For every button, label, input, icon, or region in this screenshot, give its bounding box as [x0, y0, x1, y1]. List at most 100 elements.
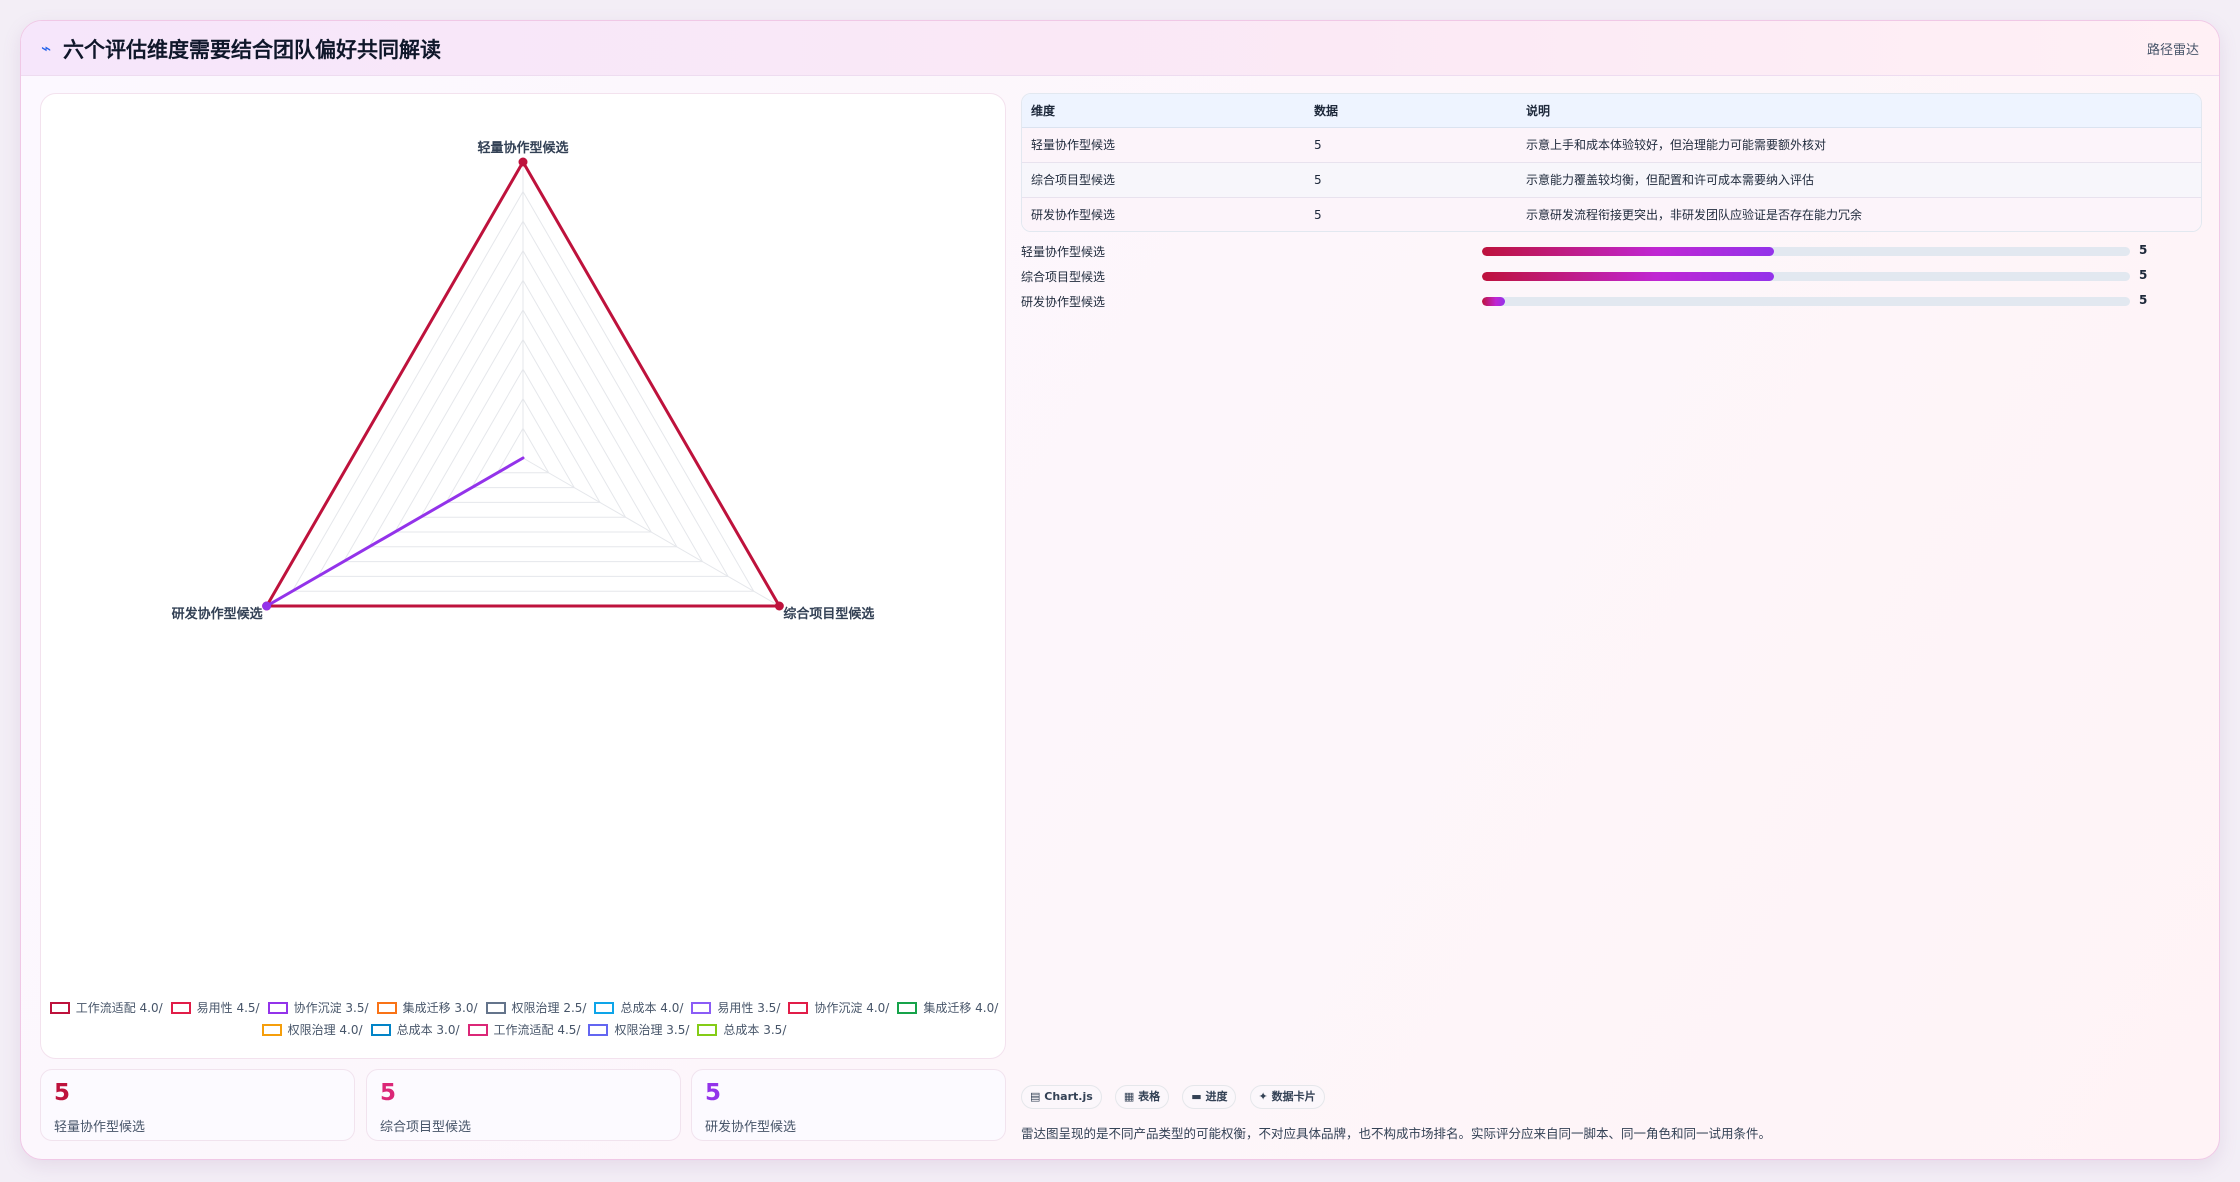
chip-progress[interactable]: ▬ 进度: [1182, 1085, 1237, 1109]
tech-chips: ▤ Chart.js ▦ 表格 ▬ 进度 ✦ 数据卡片: [1021, 1085, 1333, 1109]
header-tag: 路径雷达: [2146, 43, 2199, 58]
legend-item[interactable]: 集成迁移 4.0/: [897, 997, 998, 1019]
legend-label: 集成迁移 4.0/: [923, 1001, 999, 1015]
chart-tilde-icon: ⌁: [41, 39, 52, 59]
chip-label: 表格: [1138, 1090, 1161, 1103]
data-table: 维度 数据 说明 轻量协作型候选 5 示意上手和成本体验较好，但治理能力可能需要…: [1021, 93, 2202, 232]
legend-swatch: [370, 1024, 391, 1036]
table-row: 轻量协作型候选 5 示意上手和成本体验较好，但治理能力可能需要额外核对: [1022, 127, 2201, 163]
table-icon: ▦: [1123, 1090, 1135, 1103]
progress-track: [1482, 297, 2130, 306]
column-header: 说明: [1517, 94, 2201, 128]
column-header: 数据: [1305, 94, 1517, 128]
legend-item[interactable]: 协作沉淀 4.0/: [788, 997, 889, 1019]
progress-track: [1482, 247, 2130, 256]
legend-swatch: [485, 1002, 506, 1014]
legend-swatch: [897, 1002, 918, 1014]
progress-value: 5: [2139, 268, 2148, 282]
table-cell: 研发协作型候选: [1022, 197, 1305, 231]
radar-chart: 轻量协作型候选综合项目型候选 研发协作型候选: [172, 140, 875, 622]
progress-icon: ▬: [1191, 1090, 1202, 1103]
legend-swatch: [697, 1024, 718, 1036]
legend-swatch: [170, 1002, 191, 1014]
table-cell: 示意能力覆盖较均衡，但配置和许可成本需要纳入评估: [1517, 162, 2201, 198]
table-cell: 示意研发流程衔接更突出，非研发团队应验证是否存在能力冗余: [1517, 197, 2201, 231]
stat-label: 研发协作型候选: [705, 1120, 797, 1135]
progress-value: 5: [2139, 293, 2148, 307]
legend-swatch: [49, 1002, 70, 1014]
chip-label: 数据卡片: [1271, 1090, 1316, 1103]
radar-axis-label: 轻量协作型候选: [477, 140, 568, 156]
stat-card-light: 5 轻量协作型候选: [40, 1069, 355, 1141]
progress-track: [1482, 272, 2130, 281]
legend-label: 集成迁移 3.0/: [402, 1001, 478, 1015]
progress-row: 轻量协作型候选 5: [1021, 243, 2202, 259]
radar-card: ⌁ 六个评估维度需要结合团队偏好共同解读 路径雷达 轻量协作型候选 综合项目型候选…: [20, 20, 2220, 1160]
chip-data-card[interactable]: ✦ 数据卡片: [1249, 1085, 1325, 1109]
legend-item[interactable]: 权限治理 3.5/: [588, 1019, 689, 1041]
legend-item[interactable]: 易用性 4.5/: [170, 997, 260, 1019]
page-title: 六个评估维度需要结合团队偏好共同解读: [63, 38, 441, 62]
legend-swatch: [261, 1024, 282, 1036]
legend-label: 工作流适配 4.5/: [493, 1023, 581, 1037]
legend-label: 协作沉淀 3.5/: [293, 1001, 369, 1015]
table-cell: 5: [1305, 197, 1517, 231]
progress-label: 综合项目型候选: [1021, 270, 1106, 284]
progress-fill: [1482, 297, 1505, 306]
table-cell: 示意上手和成本体验较好，但治理能力可能需要额外核对: [1517, 127, 2201, 163]
stat-value: 5: [380, 1080, 397, 1106]
legend-item[interactable]: 集成迁移 3.0/: [376, 997, 478, 1019]
chip-label: 进度: [1205, 1090, 1228, 1103]
legend-swatch: [588, 1024, 609, 1036]
chart-legend: 工作流适配 4.0/易用性 4.5/协作沉淀 3.5/集成迁移 3.0/权限治理…: [41, 997, 1007, 1041]
table-row: 研发协作型候选 5 示意研发流程衔接更突出，非研发团队应验证是否存在能力冗余: [1022, 197, 2201, 231]
legend-label: 总成本 3.0/: [396, 1023, 460, 1037]
chip-chartjs[interactable]: ▤ Chart.js: [1021, 1085, 1102, 1109]
radar-chart-panel: 轻量协作型候选综合项目型候选 研发协作型候选 工作流适配 4.0/易用性 4.5/…: [40, 93, 1006, 1059]
legend-label: 易用性 3.5/: [717, 1001, 781, 1015]
legend-item[interactable]: 总成本 4.0/: [594, 997, 683, 1019]
card-icon: ✦: [1258, 1090, 1268, 1103]
legend-item[interactable]: 工作流适配 4.0/: [49, 997, 163, 1019]
legend-label: 总成本 4.0/: [620, 1001, 684, 1015]
table-cell: 5: [1305, 162, 1517, 198]
legend-label: 协作沉淀 4.0/: [814, 1001, 890, 1015]
radar-axis-label: 综合项目型候选: [783, 606, 874, 622]
legend-swatch: [467, 1024, 488, 1036]
progress-label: 轻量协作型候选: [1021, 245, 1106, 259]
legend-item[interactable]: 工作流适配 4.5/: [467, 1019, 581, 1041]
radar-point: [518, 157, 528, 167]
chip-table[interactable]: ▦ 表格: [1114, 1085, 1170, 1109]
legend-label: 工作流适配 4.0/: [75, 1001, 163, 1015]
legend-swatch: [594, 1002, 615, 1014]
progress-row: 研发协作型候选 5: [1021, 293, 2202, 309]
radar-point: [262, 601, 272, 611]
legend-item[interactable]: 协作沉淀 3.5/: [267, 997, 369, 1019]
progress-fill: [1482, 247, 1774, 256]
chart-icon: ▤: [1030, 1090, 1041, 1103]
legend-item[interactable]: 权限治理 4.0/: [261, 1019, 363, 1041]
radar-axis-label: 研发协作型候选: [172, 606, 263, 622]
stat-label: 轻量协作型候选: [54, 1120, 146, 1135]
radar-point: [774, 601, 784, 611]
progress-value: 5: [2139, 243, 2148, 257]
progress-label: 研发协作型候选: [1021, 295, 1106, 309]
column-header: 维度: [1022, 94, 1305, 128]
legend-label: 权限治理 2.5/: [511, 1001, 587, 1015]
legend-item[interactable]: 权限治理 2.5/: [485, 997, 587, 1019]
chip-label: Chart.js: [1044, 1090, 1093, 1103]
progress-row: 综合项目型候选 5: [1021, 268, 2202, 284]
table-cell: 轻量协作型候选: [1022, 127, 1305, 163]
legend-item[interactable]: 总成本 3.0/: [370, 1019, 460, 1041]
card-header: ⌁ 六个评估维度需要结合团队偏好共同解读 路径雷达: [21, 21, 2219, 76]
progress-fill: [1482, 272, 1774, 281]
stat-value: 5: [54, 1080, 71, 1106]
table-cell: 综合项目型候选: [1022, 162, 1305, 198]
legend-label: 权限治理 4.0/: [287, 1023, 363, 1037]
legend-item[interactable]: 总成本 3.5/: [697, 1019, 786, 1041]
stat-label: 综合项目型候选: [380, 1120, 472, 1135]
stat-card-general: 5 综合项目型候选: [366, 1069, 681, 1141]
legend-label: 权限治理 3.5/: [614, 1023, 690, 1037]
legend-item[interactable]: 易用性 3.5/: [691, 997, 780, 1019]
legend-label: 易用性 4.5/: [196, 1001, 260, 1015]
